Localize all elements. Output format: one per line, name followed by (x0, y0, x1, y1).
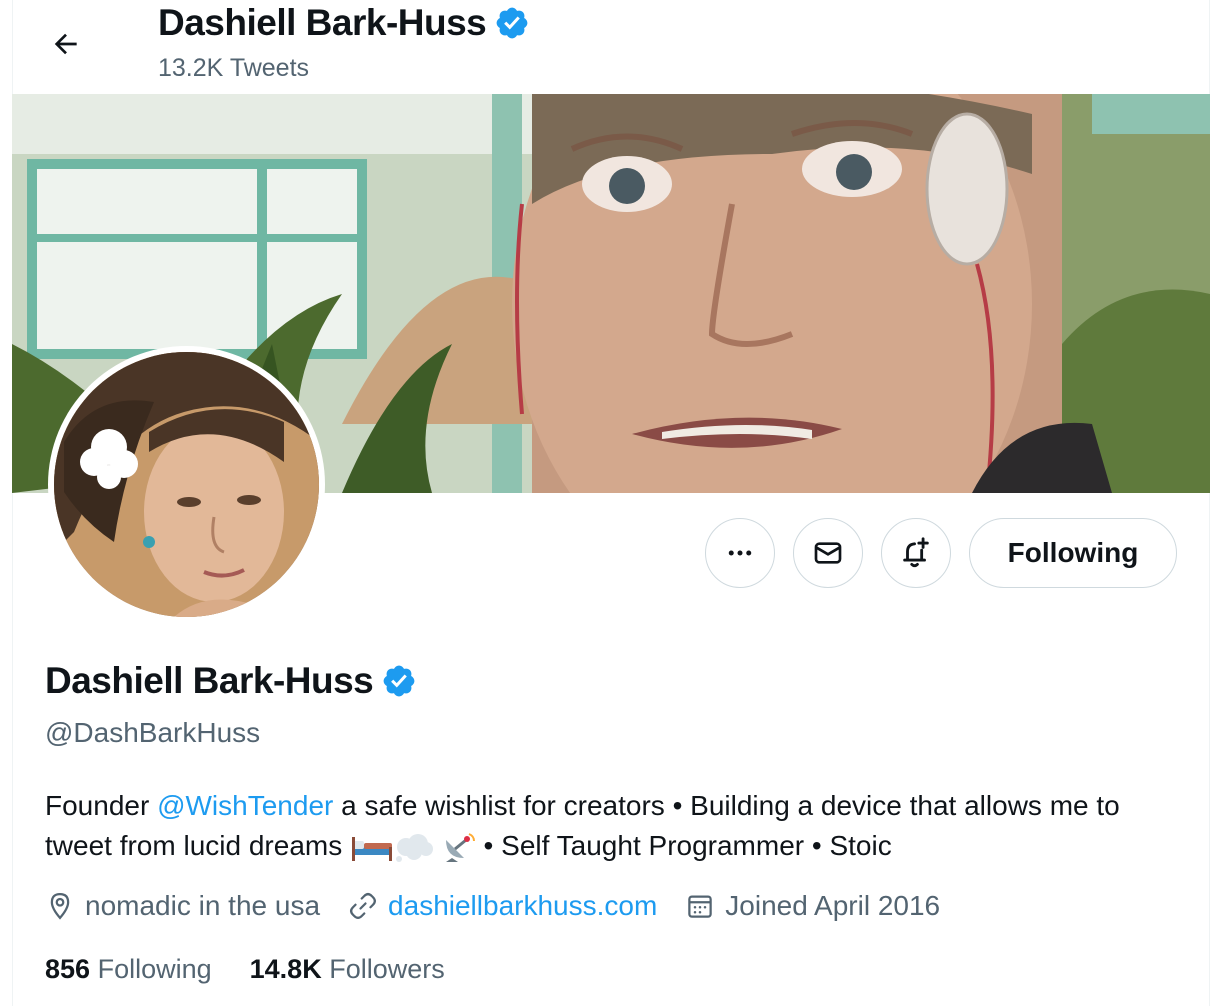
notifications-button[interactable] (881, 518, 951, 588)
profile-bio: Founder @WishTender a safe wishlist for … (45, 786, 1175, 866)
bio-text: • Self Taught Programmer • Stoic (475, 830, 892, 861)
followers-stat-link[interactable]: 14.8K Followers (250, 954, 445, 985)
followers-count: 14.8K (249, 954, 322, 984)
followers-label: Followers (329, 954, 445, 984)
location-pin-icon (50, 892, 70, 920)
location-text: nomadic in the usa (85, 890, 321, 921)
more-button[interactable] (705, 518, 775, 588)
avatar-illustration (54, 352, 319, 617)
bio-mention-link[interactable]: @WishTender (157, 790, 333, 821)
bio-text: Founder (45, 790, 158, 821)
website-item: dashiellbarkhuss.com (348, 890, 657, 922)
avatar-photo (54, 352, 319, 617)
joined-item: Joined April 2016 (685, 890, 940, 922)
header-title: Dashiell Bark-Huss (158, 2, 530, 44)
header-name: Dashiell Bark-Huss (158, 2, 487, 43)
following-button[interactable]: Following (969, 518, 1177, 588)
profile-name-row: Dashiell Bark-Huss (45, 660, 417, 702)
verified-badge-icon[interactable] (381, 663, 417, 699)
bed-emoji (352, 836, 392, 861)
link-icon (350, 893, 377, 919)
following-count: 856 (45, 954, 91, 984)
tweets-count: 13.2K Tweets (158, 54, 310, 82)
thought-bubble-emoji (396, 833, 433, 862)
back-arrow-icon (54, 33, 77, 55)
notification-bell-icon (903, 537, 929, 568)
profile-name: Dashiell Bark-Huss (45, 660, 374, 701)
mail-icon (814, 542, 842, 564)
following-label: Following (97, 954, 212, 984)
profile-avatar[interactable] (48, 346, 325, 623)
verified-badge-icon (496, 7, 528, 39)
joined-text: Joined April 2016 (725, 890, 941, 921)
location-item: nomadic in the usa (45, 890, 320, 922)
profile-handle: @DashBarkHuss (45, 717, 261, 748)
profile-stats: 856 Following 14.8K Followers (45, 954, 483, 985)
message-button[interactable] (793, 518, 863, 588)
website-link[interactable]: dashiellbarkhuss.com (388, 890, 657, 922)
more-icon (728, 550, 752, 556)
profile-meta: nomadic in the usa dashiellbarkhuss.com … (45, 890, 968, 922)
satellite-antenna-emoji (445, 832, 475, 862)
profile-header-bar: Dashiell Bark-Huss 13.2K Tweets (0, 0, 1220, 94)
back-button[interactable] (38, 16, 94, 72)
calendar-icon (688, 895, 713, 918)
following-stat-link[interactable]: 856 Following (45, 954, 212, 985)
